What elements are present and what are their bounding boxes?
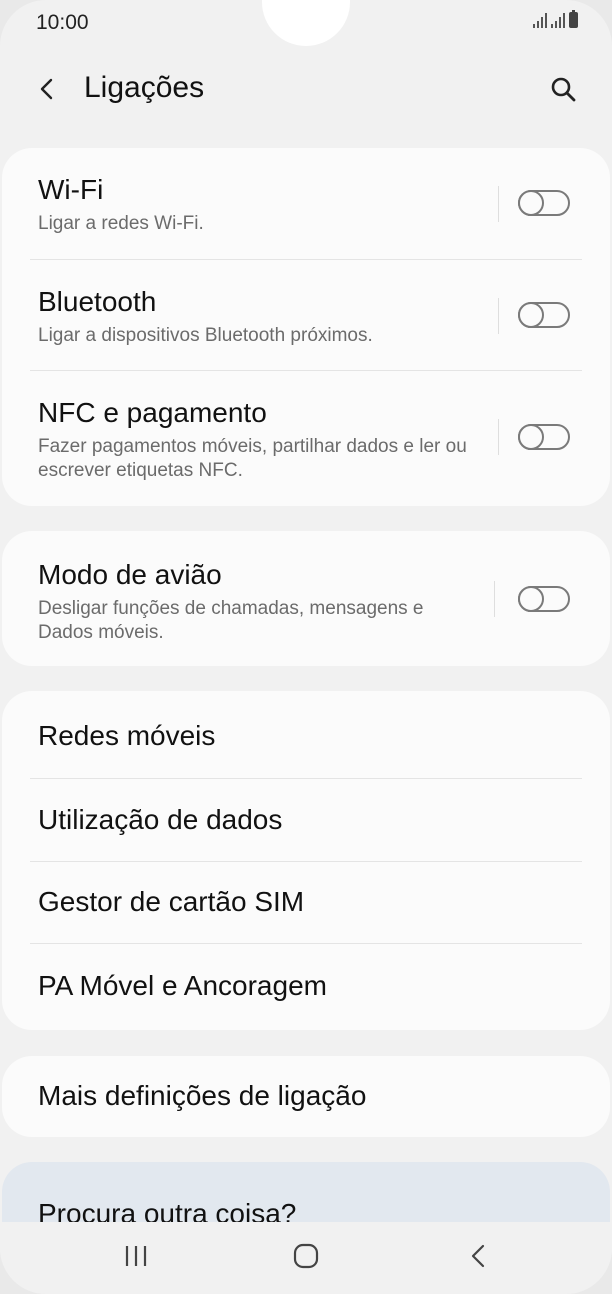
mobile-networks-title: Redes móveis — [38, 720, 216, 751]
nfc-title: NFC e pagamento — [38, 397, 267, 428]
toggle-knob — [518, 424, 544, 450]
bluetooth-toggle[interactable] — [518, 302, 570, 328]
hotspot-row[interactable]: PA Móvel e Ancoragem — [2, 944, 610, 1030]
back-button[interactable] — [32, 74, 62, 104]
wifi-toggle[interactable] — [518, 190, 570, 216]
signal-icon — [533, 12, 547, 28]
status-time: 10:00 — [36, 11, 89, 34]
chevron-left-icon — [40, 78, 53, 100]
search-button[interactable] — [548, 74, 578, 104]
data-usage-row[interactable]: Utilização de dados — [2, 779, 610, 861]
signal-icon-2 — [551, 12, 565, 28]
status-bar: 10:00 — [0, 0, 612, 48]
back-icon — [471, 1244, 485, 1268]
navigation-bar — [0, 1222, 612, 1294]
more-settings-title: Mais definições de ligação — [38, 1080, 367, 1111]
home-button[interactable] — [286, 1236, 326, 1276]
wifi-subtitle: Ligar a redes Wi-Fi. — [38, 213, 204, 234]
recent-apps-icon — [125, 1246, 147, 1266]
row-divider — [498, 419, 499, 455]
battery-icon — [569, 10, 578, 28]
toggle-knob — [518, 586, 544, 612]
airplane-card: Modo de avião Desligar funções de chamad… — [2, 531, 610, 666]
airplane-mode-row[interactable]: Modo de avião Desligar funções de chamad… — [2, 531, 610, 666]
page-title: Ligações — [84, 71, 205, 104]
sim-manager-title: Gestor de cartão SIM — [38, 886, 305, 917]
home-icon — [293, 1243, 319, 1269]
row-divider — [494, 581, 495, 617]
hotspot-title: PA Móvel e Ancoragem — [38, 970, 327, 1001]
network-card: Redes móveis Utilização de dados Gestor … — [2, 691, 610, 1030]
nav-back-button[interactable] — [458, 1236, 498, 1276]
sim-manager-row[interactable]: Gestor de cartão SIM — [2, 862, 610, 943]
row-divider — [498, 298, 499, 334]
bluetooth-title: Bluetooth — [38, 286, 157, 317]
data-usage-title: Utilização de dados — [38, 804, 283, 835]
connections-card: Wi-Fi Ligar a redes Wi-Fi. Bluetooth Lig… — [2, 148, 610, 506]
nfc-row[interactable]: NFC e pagamento Fazer pagamentos móveis,… — [2, 371, 610, 506]
airplane-mode-toggle[interactable] — [518, 586, 570, 612]
bluetooth-row[interactable]: Bluetooth Ligar a dispositivos Bluetooth… — [2, 260, 610, 370]
more-settings-card: Mais definições de ligação — [2, 1056, 610, 1137]
airplane-mode-title: Modo de avião — [38, 559, 222, 590]
nfc-toggle[interactable] — [518, 424, 570, 450]
status-icons — [533, 10, 578, 28]
nfc-subtitle: Fazer pagamentos móveis, partilhar dados… — [38, 436, 467, 481]
app-header: Ligações — [0, 60, 612, 120]
bluetooth-subtitle: Ligar a dispositivos Bluetooth próximos. — [38, 325, 373, 346]
toggle-knob — [518, 190, 544, 216]
recent-apps-button[interactable] — [116, 1236, 156, 1276]
row-divider — [498, 186, 499, 222]
wifi-row[interactable]: Wi-Fi Ligar a redes Wi-Fi. — [2, 148, 610, 259]
wifi-title: Wi-Fi — [38, 174, 104, 205]
search-icon — [551, 77, 576, 102]
mobile-networks-row[interactable]: Redes móveis — [2, 691, 610, 778]
camera-notch — [262, 0, 350, 46]
more-settings-row[interactable]: Mais definições de ligação — [2, 1056, 610, 1137]
airplane-mode-subtitle: Desligar funções de chamadas, mensagens … — [38, 598, 424, 643]
screen: 10:00 Ligações Wi-Fi Ligar a redes Wi-Fi… — [0, 0, 612, 1294]
toggle-knob — [518, 302, 544, 328]
